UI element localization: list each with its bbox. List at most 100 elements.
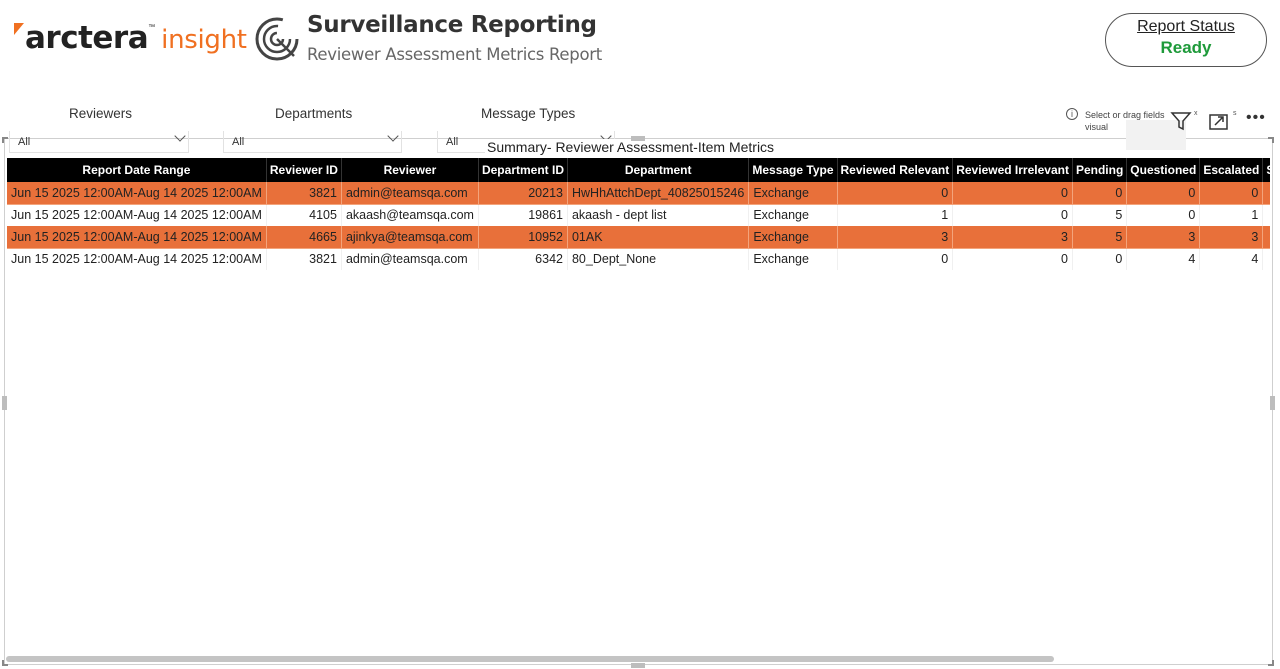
table-cell: 3 [837, 226, 954, 249]
table-cell: 0 [1199, 182, 1264, 205]
more-options-icon[interactable]: ••• [1246, 110, 1266, 126]
focus-mode-icon[interactable] [1208, 112, 1230, 132]
visual-hint-text: Select or drag fields visual [1085, 109, 1167, 133]
table-cell: 3 [1199, 226, 1264, 249]
table-cell: 0 [952, 248, 1073, 270]
table-cell: 0 [837, 182, 954, 205]
table-cell: akaash - dept list [567, 204, 750, 226]
column-header[interactable]: Pending [1072, 158, 1128, 182]
column-header[interactable]: Reviewer ID [266, 158, 342, 182]
resize-handle-bottom[interactable] [631, 663, 645, 668]
table-cell: 1 [1199, 204, 1264, 226]
table-cell: 5 [1072, 204, 1128, 226]
column-header[interactable]: Questioned [1126, 158, 1201, 182]
table-row[interactable]: Jun 15 2025 12:00AM-Aug 14 2025 12:00AM 4… [7, 226, 1270, 249]
column-header[interactable]: Reviewed Irrelevant [952, 158, 1073, 182]
table-cell [1262, 182, 1270, 205]
table-cell: 5 [1072, 226, 1128, 249]
table-cell: Jun 15 2025 12:00AM-Aug 14 2025 12:00AM [7, 204, 267, 226]
table-cell: 6342 [478, 248, 568, 270]
table-cell: admin@teamsqa.com [341, 182, 479, 205]
table-cell: Exchange [748, 226, 838, 249]
report-status-label[interactable]: Report Status [1106, 18, 1266, 36]
column-header[interactable]: Department ID [478, 158, 568, 182]
reviewers-dropdown[interactable]: All [9, 130, 189, 153]
column-header[interactable]: Reviewer [341, 158, 479, 182]
column-header[interactable]: Report Date Range [7, 158, 267, 182]
info-icon[interactable]: i [1066, 108, 1078, 120]
table-cell: akaash@teamsqa.com [341, 204, 479, 226]
logo-product-name: insight [161, 25, 247, 55]
visual-header-toolbar: i Select or drag fields visual x s ••• [1064, 106, 1274, 150]
table-cell: HwHhAttchDept_40825015246 [567, 182, 750, 205]
horizontal-scrollbar[interactable] [6, 656, 1054, 662]
table-cell: 10952 [478, 226, 568, 249]
message-types-slicer-title: Message Types [481, 106, 576, 121]
table-cell: 20213 [478, 182, 568, 205]
table-row[interactable]: Jun 15 2025 12:00AM-Aug 14 2025 12:00AM 3… [7, 248, 1270, 270]
arctera-insight-logo: arctera ™ insight [14, 20, 247, 60]
table-cell: 80_Dept_None [567, 248, 750, 270]
radar-logo-icon [255, 17, 299, 61]
logo-flag-icon [14, 23, 24, 35]
departments-dropdown[interactable]: All [223, 130, 402, 153]
table-cell: 3821 [266, 248, 342, 270]
table-cell: 0 [1126, 182, 1201, 205]
page-title: Surveillance Reporting [307, 12, 597, 38]
table-cell: 4105 [266, 204, 342, 226]
reviewers-slicer-title: Reviewers [69, 106, 133, 121]
table-row[interactable]: Jun 15 2025 12:00AM-Aug 14 2025 12:00AM 3… [7, 182, 1270, 205]
metrics-table[interactable]: Report Date Range Reviewer ID Reviewer Depa… [7, 158, 1270, 278]
resize-handle-right[interactable] [1270, 396, 1275, 410]
visual-hint-line2: visual [1085, 122, 1109, 132]
table-cell: 0 [1072, 248, 1128, 270]
departments-dropdown-value: All [232, 136, 245, 148]
chevron-down-icon [174, 130, 186, 142]
resize-corner-top-right[interactable] [1268, 137, 1274, 143]
report-status-value: Ready [1160, 38, 1212, 57]
reviewers-dropdown-value: All [18, 136, 31, 148]
table-cell: Exchange [748, 248, 838, 270]
report-status-card[interactable]: Report Status Ready [1105, 13, 1267, 67]
table-cell: Jun 15 2025 12:00AM-Aug 14 2025 12:00AM [7, 248, 267, 270]
table-cell: 4 [1126, 248, 1201, 270]
table-cell: ajinkya@teamsqa.com [341, 226, 479, 249]
table-cell: 0 [1126, 204, 1201, 226]
page-subtitle: Reviewer Assessment Metrics Report [307, 45, 602, 64]
visual-title: Summary- Reviewer Assessment-Item Metric… [485, 139, 777, 155]
table-cell: 3 [1126, 226, 1201, 249]
table-cell: 3 [952, 226, 1073, 249]
table-cell: 1 [837, 204, 954, 226]
column-header[interactable]: Escalated [1199, 158, 1264, 182]
table-cell: 4665 [266, 226, 342, 249]
resize-corner-top-left[interactable] [2, 137, 8, 143]
table-cell: 4 [1199, 248, 1264, 270]
resize-corner-bottom-right[interactable] [1268, 660, 1274, 666]
table-cell: Exchange [748, 182, 838, 205]
column-header[interactable]: Department [567, 158, 750, 182]
logo-trademark: ™ [148, 24, 156, 31]
table-cell: Jun 15 2025 12:00AM-Aug 14 2025 12:00AM [7, 226, 267, 249]
chevron-down-icon [387, 130, 399, 142]
resize-handle-top[interactable] [631, 136, 645, 141]
table-cell: admin@teamsqa.com [341, 248, 479, 270]
filter-icon[interactable] [1170, 110, 1192, 132]
message-types-dropdown-value: All [446, 136, 459, 148]
table-cell [1262, 204, 1270, 226]
table-cell: 0 [952, 182, 1073, 205]
column-header[interactable]: Message Type [748, 158, 838, 182]
table-cell: Exchange [748, 204, 838, 226]
table-header-row: Report Date Range Reviewer ID Reviewer Depa… [7, 158, 1270, 182]
table-cell: 3821 [266, 182, 342, 205]
column-header[interactable]: S [1262, 158, 1270, 182]
table-row[interactable]: Jun 15 2025 12:00AM-Aug 14 2025 12:00AM 4… [7, 204, 1270, 226]
table-cell [1262, 248, 1270, 270]
table-cell: 0 [952, 204, 1073, 226]
departments-slicer-title: Departments [275, 106, 353, 121]
table-cell: 0 [1072, 182, 1128, 205]
resize-handle-left[interactable] [2, 396, 7, 410]
table-cell: 19861 [478, 204, 568, 226]
focus-label: s [1233, 110, 1237, 117]
logo-brand-name: arctera [25, 20, 149, 56]
column-header[interactable]: Reviewed Relevant [837, 158, 954, 182]
